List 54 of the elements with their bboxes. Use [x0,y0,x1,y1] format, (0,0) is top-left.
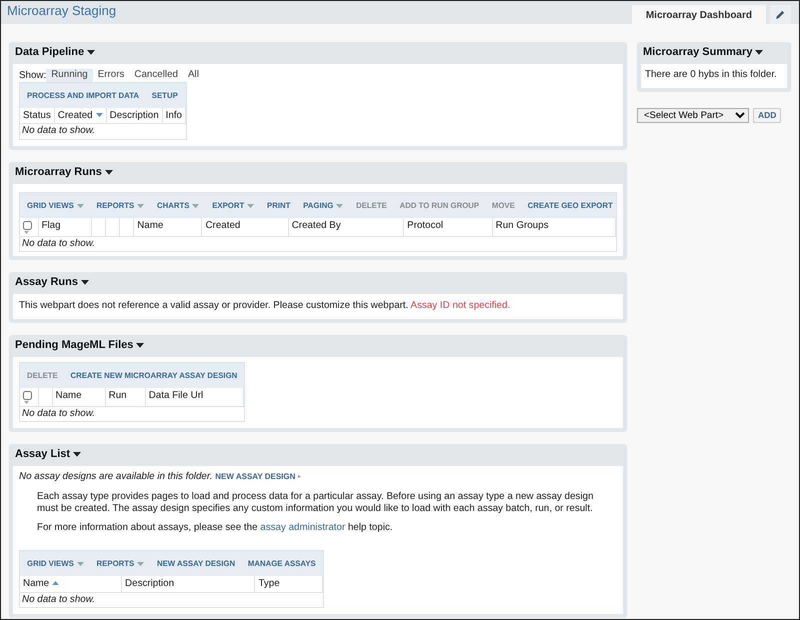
caret-icon [24,400,29,404]
message-text: This webpart does not reference a valid assay or provider. Please customize this webpart. Assay ID not specified. [19,300,512,312]
caret-icon [104,170,113,175]
select-all-checkbox[interactable] [23,390,32,400]
column-header[interactable]: Name [23,578,50,589]
column-header[interactable]: Description [125,578,174,589]
tab[interactable]: Microarray Dashboard [632,5,766,24]
column-header[interactable]: Protocol [407,220,444,231]
column-header[interactable]: Created [58,110,93,121]
empty-message: No data to show. [22,594,95,605]
column-header[interactable]: Status [23,110,51,121]
column-header[interactable]: Flag [42,220,61,231]
column-header[interactable]: Created By [292,220,341,231]
summary-text: There are 0 hybs in this folder. [645,69,778,81]
add-button[interactable]: ADD [753,108,782,123]
caret-icon [755,50,764,55]
panel-title[interactable]: Assay List [15,448,70,462]
panel-title[interactable]: Microarray Runs [15,166,102,179]
web-part-select[interactable]: <Select Web Part> [637,108,749,123]
empty-message: No data to show. [22,125,95,136]
empty-message: No data to show. [22,408,95,419]
filter-tab[interactable]: All [182,69,204,82]
notice-text: No assay designs are available in this folder. NEW ASSAY DESIGN [19,471,617,483]
panel-title[interactable]: Microarray Summary [643,46,752,60]
filter-tab[interactable]: Cancelled [129,69,183,82]
caret-icon [136,342,144,348]
caret-icon [80,280,89,285]
panel-title[interactable]: Data Pipeline [15,46,84,60]
caret-icon [24,230,29,234]
filter-tab[interactable]: Errors [92,69,130,82]
column-header[interactable]: Type [258,578,280,589]
help-link[interactable]: assay administrator [260,522,346,534]
caret-icon [87,50,96,55]
help-text: For more information about assays, please see the assay administrator help topic. [37,522,394,534]
empty-message: No data to show. [22,238,95,249]
column-header[interactable]: Name [56,390,82,401]
filter-tab[interactable]: Running [46,69,93,82]
error-text: Assay ID not specified. [410,300,510,312]
filter-label: Show: [19,70,46,82]
edit-tab[interactable] [770,5,791,24]
column-header[interactable]: Run Groups [496,220,548,231]
column-header[interactable]: Created [205,220,240,231]
column-header[interactable]: Name [137,220,164,231]
panel-title[interactable]: Assay Runs [15,276,78,290]
column-header[interactable]: Run [108,390,127,401]
pencil-icon [776,10,785,19]
select-all-checkbox[interactable] [23,220,32,230]
arrow-right-icon [298,475,304,478]
column-header[interactable]: Data File Url [148,390,204,401]
panel-title[interactable]: Pending MageML Files [15,338,134,352]
page-title: Microarray Staging [6,2,118,20]
caret-icon [73,452,82,457]
new-assay-link[interactable]: NEW ASSAY DESIGN [215,472,296,482]
description-text: Each assay type provides pages to load and process data for a particular assay. Before using an assay type a new assay design must be created. The assay design specifies any custom information you would like to load with each assay batch, run, or result. [37,490,594,514]
